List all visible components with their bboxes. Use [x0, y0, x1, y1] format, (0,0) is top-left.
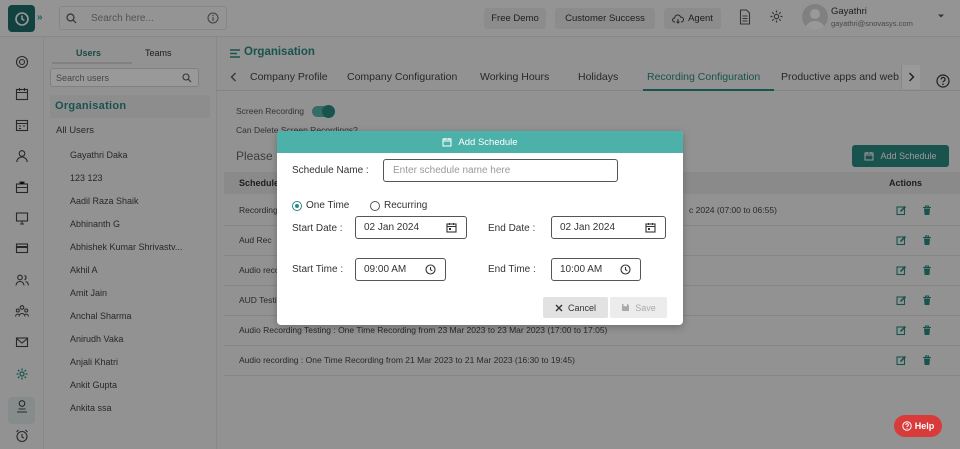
- help-label: Help: [914, 421, 935, 431]
- help-button[interactable]: Help: [894, 415, 942, 437]
- recurring-label: Recurring: [384, 200, 428, 211]
- calendar-icon[interactable]: [645, 222, 656, 233]
- cancel-button[interactable]: Cancel: [543, 297, 608, 318]
- end-date-value: 02 Jan 2024: [560, 222, 616, 233]
- cancel-label: Cancel: [567, 302, 596, 313]
- clock-icon[interactable]: [620, 264, 631, 275]
- save-button[interactable]: Save: [610, 297, 667, 318]
- end-time-input[interactable]: 10:00 AM: [551, 258, 641, 281]
- one-time-label: One Time: [306, 200, 350, 211]
- save-label: Save: [635, 302, 656, 313]
- calendar-icon[interactable]: [446, 222, 457, 233]
- one-time-radio[interactable]: One Time: [292, 200, 349, 211]
- calendar-icon: [442, 138, 452, 147]
- save-icon: [622, 304, 630, 311]
- end-date-input[interactable]: 02 Jan 2024: [551, 216, 666, 239]
- start-date-input[interactable]: 02 Jan 2024: [355, 216, 467, 239]
- schedule-name-input[interactable]: Enter schedule name here: [383, 159, 618, 182]
- schedule-name-label: Schedule Name :: [292, 165, 369, 176]
- start-date-value: 02 Jan 2024: [364, 222, 420, 233]
- end-date-label: End Date :: [488, 223, 536, 234]
- schedule-name-placeholder: Enter schedule name here: [393, 165, 511, 176]
- radio-selected-icon: [292, 200, 302, 211]
- start-time-input[interactable]: 09:00 AM: [355, 258, 446, 281]
- recurring-radio[interactable]: Recurring: [370, 200, 427, 211]
- start-time-label: Start Time :: [292, 264, 344, 275]
- question-icon: [902, 421, 912, 431]
- end-time-label: End Time :: [488, 264, 536, 275]
- close-icon: [555, 304, 563, 311]
- end-time-value: 10:00 AM: [560, 264, 603, 275]
- clock-icon[interactable]: [425, 264, 436, 275]
- radio-unselected-icon: [370, 200, 380, 211]
- modal-header: Add Schedule: [277, 131, 683, 153]
- start-date-label: Start Date :: [292, 223, 343, 234]
- modal-title: Add Schedule: [458, 136, 518, 148]
- add-schedule-modal: Add Schedule Schedule Name : Enter sched…: [277, 131, 683, 325]
- start-time-value: 09:00 AM: [364, 264, 407, 275]
